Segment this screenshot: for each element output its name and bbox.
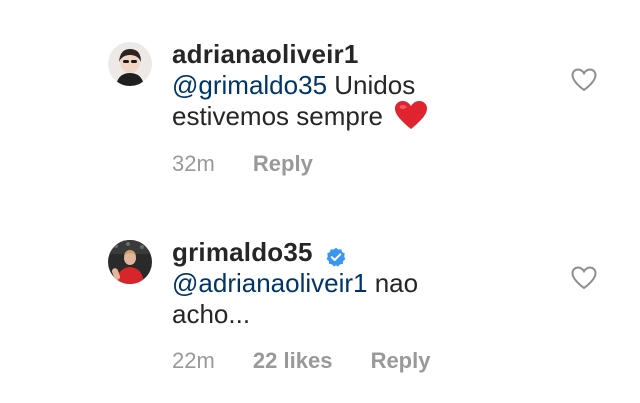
comment-username[interactable]: adrianaoliveir1 — [172, 38, 492, 70]
reply-button[interactable]: Reply — [253, 151, 313, 177]
avatar-photo — [108, 240, 152, 284]
comment-text-part: acho... — [172, 299, 251, 329]
mention-link[interactable]: @adrianaoliveir1 — [172, 268, 368, 298]
avatar[interactable] — [108, 42, 152, 86]
verified-badge-icon — [326, 242, 346, 267]
comment-text-part: nao — [367, 268, 419, 298]
reply-button[interactable]: Reply — [371, 348, 431, 374]
avatar[interactable] — [108, 240, 152, 284]
comment-meta: 22m 22 likes Reply — [172, 348, 492, 374]
comment-text-part: Unidos — [327, 70, 416, 100]
comment-username[interactable]: grimaldo35 — [172, 237, 313, 267]
comment-body: adrianaoliveir1 @grimaldo35 Unidos estiv… — [172, 38, 492, 177]
comment-timestamp: 32m — [172, 151, 215, 177]
comment-text: @adrianaoliveir1 nao acho... — [172, 268, 492, 330]
likes-count[interactable]: 22 likes — [253, 348, 333, 374]
mention-link[interactable]: @grimaldo35 — [172, 70, 327, 100]
comment-text-part: estivemos sempre — [172, 101, 383, 131]
comment-username-row: grimaldo35 — [172, 236, 492, 268]
avatar-photo — [108, 42, 152, 86]
comment-body: grimaldo35 @adrianaoliveir1 nao acho... … — [172, 236, 492, 374]
heart-icon[interactable] — [571, 266, 597, 290]
red-heart-emoji-icon — [394, 100, 428, 130]
heart-icon[interactable] — [571, 68, 597, 92]
comment-meta: 32m Reply — [172, 151, 492, 177]
comment-text: @grimaldo35 Unidos estivemos sempre — [172, 70, 492, 133]
comment-timestamp: 22m — [172, 348, 215, 373]
